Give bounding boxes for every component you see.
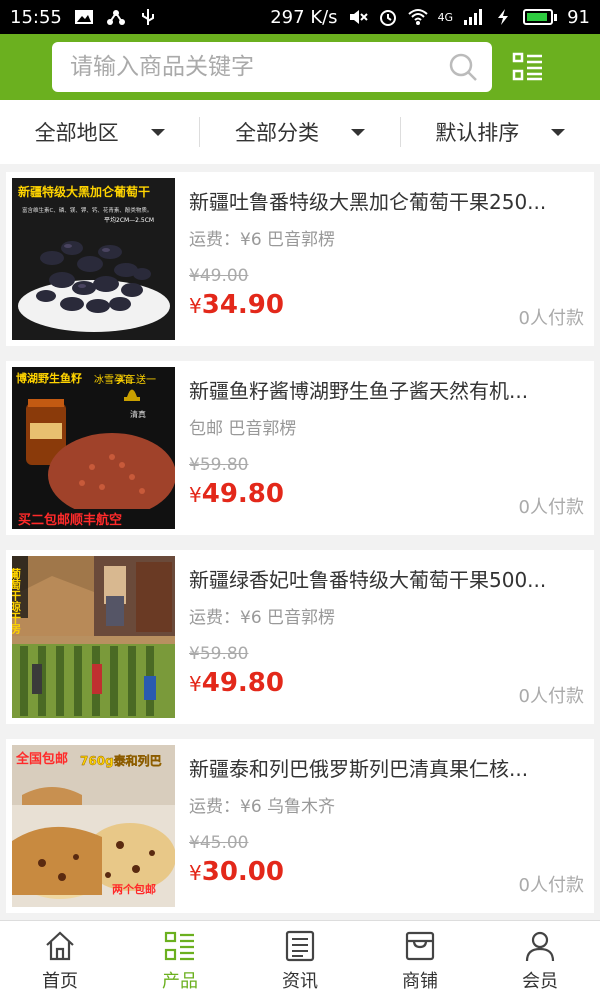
nav-stores-label: 商铺	[402, 970, 438, 992]
product-original-price: ¥59.80	[189, 455, 249, 475]
filter-category[interactable]: 全部分类	[199, 117, 399, 147]
svg-text:760g泰和列巴: 760g泰和列巴	[80, 753, 162, 768]
filter-region-label: 全部地区	[34, 121, 119, 145]
product-shipping: 运费：¥6 巴音郭楞	[189, 608, 336, 628]
price-value: 49.80	[201, 479, 284, 509]
alarm-icon	[379, 10, 396, 26]
product-image[interactable]: 葡萄干晾干房	[12, 556, 175, 718]
category-menu-icon[interactable]	[512, 51, 544, 83]
svg-text:富含维生素C、磷、镁、钾、钙、花青素、酚类物质。: 富含维生素C、磷、镁、钾、钙、花青素、酚类物质。	[22, 206, 152, 214]
product-card[interactable]: 博湖野生鱼籽 冰雪孕育 买三送一 清真 买二包邮顺丰航空 新疆鱼籽酱博湖野生鱼子…	[6, 361, 594, 535]
nav-news[interactable]: 资讯	[240, 921, 360, 1000]
svg-text:清真: 清真	[130, 409, 146, 419]
currency-symbol: ¥	[189, 294, 202, 318]
nav-home-label: 首页	[42, 970, 78, 992]
signal-icon	[464, 9, 483, 25]
filter-bar: 全部地区 全部分类 默认排序	[0, 100, 600, 164]
product-paid-count: 0人付款	[518, 308, 584, 329]
price-value: 34.90	[201, 290, 284, 320]
svg-text:两个包邮: 两个包邮	[112, 882, 156, 896]
nav-member-label: 会员	[522, 970, 558, 992]
nav-news-label: 资讯	[282, 970, 318, 992]
product-shipping: 运费：¥6 乌鲁木齐	[189, 797, 336, 817]
product-card[interactable]: 全国包邮 760g泰和列巴 两个包邮 新疆泰和列巴俄罗斯列巴清真果仁核... 运…	[6, 739, 594, 913]
currency-symbol: ¥	[189, 672, 202, 696]
nav-products-label: 产品	[162, 970, 198, 992]
product-original-price: ¥59.80	[189, 644, 249, 664]
search-box[interactable]	[52, 42, 492, 92]
filter-sort-label: 默认排序	[435, 121, 520, 145]
product-image[interactable]: 全国包邮 760g泰和列巴 两个包邮	[12, 745, 175, 907]
product-title[interactable]: 新疆绿香妃吐鲁番特级大葡萄干果500...	[189, 564, 583, 593]
usb-icon	[141, 9, 154, 25]
price-value: 30.00	[201, 857, 284, 887]
product-paid-count: 0人付款	[518, 686, 584, 707]
product-title[interactable]: 新疆吐鲁番特级大黑加仑葡萄干果250...	[189, 186, 583, 215]
product-info: 新疆绿香妃吐鲁番特级大葡萄干果500... 运费：¥6 巴音郭楞 ¥59.80 …	[181, 550, 594, 724]
notification-image-icon	[74, 10, 93, 24]
nav-home[interactable]: 首页	[0, 921, 120, 1000]
net-speed: 297 K/s	[270, 6, 338, 28]
status-time: 15:55	[10, 6, 62, 28]
wifi-icon	[407, 9, 428, 25]
currency-symbol: ¥	[189, 861, 202, 885]
store-icon	[405, 931, 435, 960]
user-icon	[525, 931, 555, 961]
product-image[interactable]: 博湖野生鱼籽 冰雪孕育 买三送一 清真 买二包邮顺丰航空	[12, 367, 175, 529]
status-bar: 15:55 297 K/s 4G 91	[0, 0, 600, 34]
chevron-down-icon	[350, 128, 365, 136]
product-price: ¥49.80	[189, 668, 284, 698]
product-price: ¥34.90	[189, 290, 284, 320]
svg-text:平均2CM—2.5CM: 平均2CM—2.5CM	[104, 216, 154, 224]
product-card[interactable]: 新疆特级大黑加仑葡萄干 富含维生素C、磷、镁、钾、钙、花青素、酚类物质。 平均2…	[6, 172, 594, 346]
header	[0, 34, 600, 100]
filter-category-label: 全部分类	[234, 121, 319, 145]
product-info: 新疆鱼籽酱博湖野生鱼子酱天然有机... 包邮 巴音郭楞 ¥59.80 ¥49.8…	[181, 361, 594, 535]
product-original-price: ¥45.00	[189, 833, 249, 853]
product-price: ¥49.80	[189, 479, 284, 509]
product-list-icon	[164, 931, 194, 960]
product-title[interactable]: 新疆泰和列巴俄罗斯列巴清真果仁核...	[189, 753, 583, 782]
product-info: 新疆吐鲁番特级大黑加仑葡萄干果250... 运费：¥6 巴音郭楞 ¥49.00 …	[181, 172, 594, 346]
product-list: 新疆特级大黑加仑葡萄干 富含维生素C、磷、镁、钾、钙、花青素、酚类物质。 平均2…	[6, 172, 594, 928]
svg-text:全国包邮: 全国包邮	[15, 751, 68, 767]
charging-icon	[498, 9, 509, 25]
price-value: 49.80	[201, 668, 284, 698]
battery-percent: 91	[567, 6, 590, 28]
mute-icon	[349, 10, 368, 24]
svg-text:买二包邮顺丰航空: 买二包邮顺丰航空	[18, 512, 122, 528]
product-original-price: ¥49.00	[189, 266, 249, 286]
product-card[interactable]: 葡萄干晾干房 新疆绿香妃吐鲁番特级大葡萄干果500... 运费：¥6 巴音郭楞 …	[6, 550, 594, 724]
battery-icon	[523, 9, 558, 25]
svg-text:博湖野生鱼籽: 博湖野生鱼籽	[16, 371, 82, 385]
product-paid-count: 0人付款	[518, 497, 584, 518]
nav-stores[interactable]: 商铺	[360, 921, 480, 1000]
svg-text:买三送一: 买三送一	[116, 373, 156, 386]
product-image[interactable]: 新疆特级大黑加仑葡萄干 富含维生素C、磷、镁、钾、钙、花青素、酚类物质。 平均2…	[12, 178, 175, 340]
product-paid-count: 0人付款	[518, 875, 584, 896]
share-icon	[106, 10, 125, 25]
svg-text:新疆特级大黑加仑葡萄干: 新疆特级大黑加仑葡萄干	[18, 184, 150, 199]
filter-region[interactable]: 全部地区	[0, 117, 199, 147]
news-icon	[285, 930, 315, 961]
chevron-down-icon	[150, 128, 165, 136]
product-shipping: 运费：¥6 巴音郭楞	[189, 230, 336, 250]
nav-member[interactable]: 会员	[480, 921, 600, 1000]
product-info: 新疆泰和列巴俄罗斯列巴清真果仁核... 运费：¥6 乌鲁木齐 ¥45.00 ¥3…	[181, 739, 594, 913]
filter-sort[interactable]: 默认排序	[399, 117, 600, 147]
nav-products[interactable]: 产品	[120, 921, 240, 1000]
product-title[interactable]: 新疆鱼籽酱博湖野生鱼子酱天然有机...	[189, 375, 583, 404]
product-price: ¥30.00	[189, 857, 284, 887]
search-icon[interactable]	[448, 52, 478, 82]
chevron-down-icon	[551, 128, 566, 136]
currency-symbol: ¥	[189, 483, 202, 507]
home-icon	[46, 931, 74, 960]
svg-text:葡萄干晾干房: 葡萄干晾干房	[12, 567, 22, 635]
product-shipping: 包邮 巴音郭楞	[189, 419, 297, 439]
search-input[interactable]	[70, 54, 448, 80]
network-type-label: 4G	[437, 10, 454, 24]
bottom-nav: 首页 产品 资讯 商铺 会员	[0, 920, 600, 1000]
